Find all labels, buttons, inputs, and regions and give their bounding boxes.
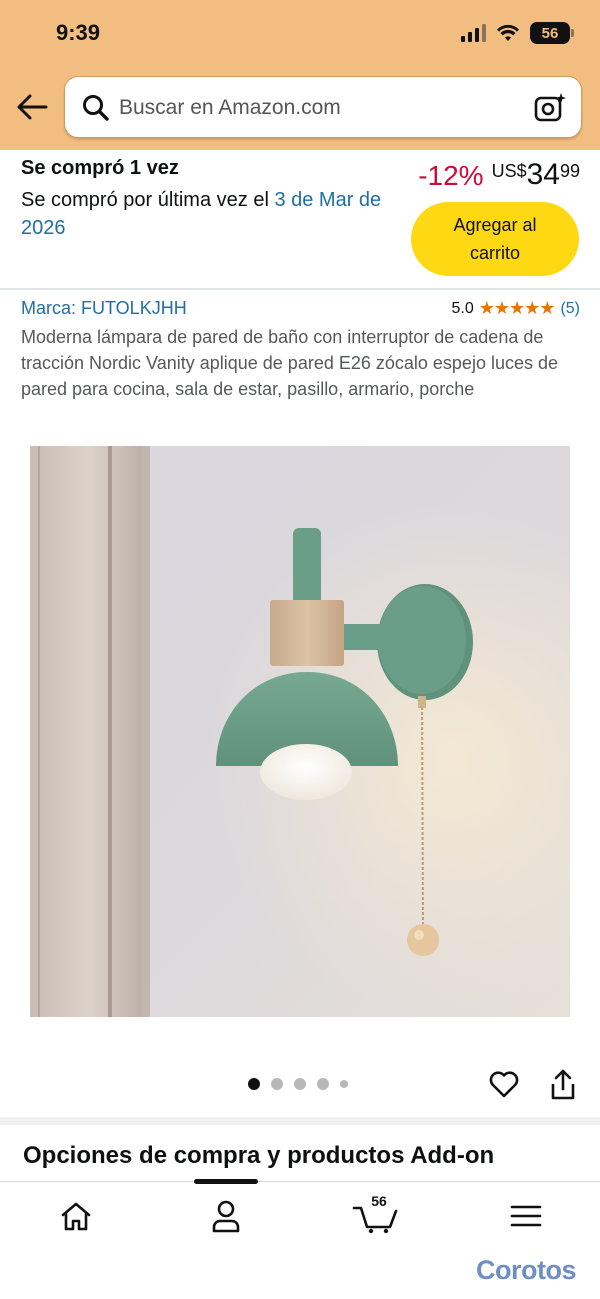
signal-icon: [461, 24, 486, 42]
price-block: -12% US$ 34 99: [418, 158, 580, 192]
carousel-dot[interactable]: [271, 1078, 283, 1090]
add-to-cart-label: Agregar al carrito: [453, 215, 537, 263]
section-title: Opciones de compra y productos Add-on: [23, 1142, 495, 1169]
rating-summary[interactable]: 5.0 ★★★★★ (5): [452, 298, 581, 319]
active-tab-indicator: [194, 1179, 258, 1184]
battery-indicator: 56: [530, 22, 574, 44]
section-divider: [0, 1117, 600, 1125]
cart-icon[interactable]: [352, 1198, 402, 1234]
divider: [0, 288, 600, 290]
wifi-icon: [497, 24, 519, 41]
search-bar[interactable]: Buscar en Amazon.com: [64, 76, 582, 138]
last-purchase-text: Se compró por última vez el 3 de Mar de …: [21, 186, 401, 242]
search-icon: [83, 95, 109, 121]
camera-search-icon[interactable]: [533, 91, 567, 125]
star-rating-icon: ★★★★★: [478, 298, 556, 318]
user-icon[interactable]: [206, 1198, 246, 1234]
carousel-indicator[interactable]: [248, 1078, 348, 1090]
brand-link[interactable]: Marca: FUTOLKJHH: [21, 298, 187, 319]
status-icons: 56: [461, 20, 574, 46]
wall-lamp-photo: [30, 446, 570, 1017]
price-currency: US$: [491, 161, 527, 181]
home-icon[interactable]: [56, 1198, 96, 1234]
carousel-dot[interactable]: [294, 1078, 306, 1090]
purchase-count-title: Se compró 1 vez: [21, 157, 179, 179]
share-icon[interactable]: [548, 1068, 578, 1102]
app-header: 9:39 56 Buscar en Amazon.com: [0, 0, 600, 150]
price-fraction: 99: [559, 161, 580, 181]
carousel-dot[interactable]: [317, 1078, 329, 1090]
carousel-dot[interactable]: [248, 1078, 260, 1090]
last-purchase-prefix: Se compró por última vez el: [21, 189, 275, 211]
discount-badge: -12%: [418, 160, 484, 191]
menu-icon[interactable]: [506, 1198, 546, 1234]
heart-icon[interactable]: [488, 1068, 520, 1100]
product-image[interactable]: [30, 446, 570, 1017]
watermark-logo: Corotos: [476, 1255, 577, 1285]
add-to-cart-button[interactable]: Agregar al carrito: [411, 202, 579, 276]
back-arrow-icon[interactable]: [14, 92, 50, 122]
carousel-dot[interactable]: [340, 1080, 348, 1088]
product-title: Moderna lámpara de pared de baño con int…: [21, 327, 558, 399]
price-whole: 34: [526, 158, 560, 191]
status-time: 9:39: [56, 20, 101, 45]
search-input[interactable]: Buscar en Amazon.com: [119, 96, 341, 120]
rating-value: 5.0: [451, 299, 474, 317]
review-count-link[interactable]: (5): [560, 300, 580, 318]
